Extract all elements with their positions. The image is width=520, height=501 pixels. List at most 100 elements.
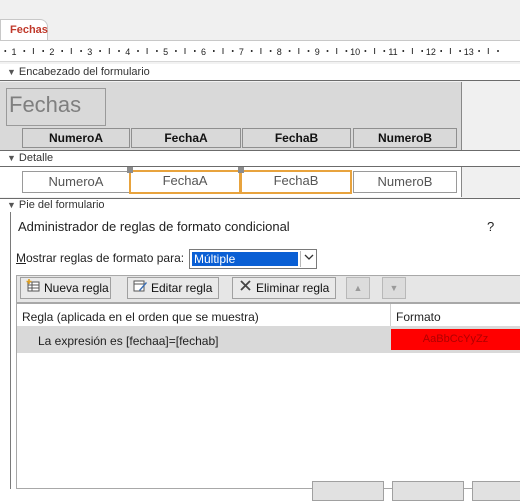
apply-button[interactable] xyxy=(472,481,520,501)
ruler-tick xyxy=(326,50,329,52)
ruler-number: 10 xyxy=(350,47,360,57)
tab-fechas[interactable]: Fechas xyxy=(0,19,48,41)
ruler-tick xyxy=(440,50,442,52)
triangle-down-icon: ▼ xyxy=(389,283,399,293)
ruler-number: 4 xyxy=(125,47,130,57)
ok-button[interactable] xyxy=(312,481,384,501)
tab-divider xyxy=(0,40,520,41)
ruler-tick xyxy=(32,48,34,54)
ruler-tick xyxy=(421,50,423,52)
ruler-number: 13 xyxy=(464,47,474,57)
new-rule-icon xyxy=(25,278,41,298)
move-up-button[interactable]: ▲ xyxy=(346,277,370,299)
ruler-tick xyxy=(459,50,461,52)
ruler-tick xyxy=(4,50,7,52)
header-section-bar[interactable]: ▼ Encabezado del formulario xyxy=(0,64,520,81)
show-rules-dropdown[interactable]: Múltiple xyxy=(189,249,317,269)
rule-row-text[interactable]: La expresión es [fechaa]=[fechab] xyxy=(38,334,218,348)
header-label-fechaa[interactable]: FechaA xyxy=(131,128,241,148)
edit-rule-button[interactable]: Editar regla xyxy=(127,277,219,299)
ruler-number: 12 xyxy=(426,47,436,57)
footer-section-label: Pie del formulario xyxy=(18,199,105,211)
show-rules-label: Mostrar reglas de formato para: xyxy=(16,251,185,265)
ruler-tick xyxy=(497,50,499,52)
rule-format-preview[interactable]: AaBbCcYyZz xyxy=(391,329,520,350)
ruler-number: 8 xyxy=(277,47,282,57)
ruler-ticks: 1 2 3 4 5 6 7 8 9 10 11 12 13 xyxy=(4,47,499,57)
ruler-tick xyxy=(449,48,451,54)
horizontal-ruler: 1 2 3 4 5 6 7 8 9 10 11 12 13 xyxy=(0,42,520,62)
ruler-number: 2 xyxy=(49,47,54,57)
new-rule-button[interactable]: Nueva regla xyxy=(20,277,111,299)
ruler-tick xyxy=(118,50,120,52)
column-header-format[interactable]: Formato xyxy=(396,310,441,324)
header-section-label: Encabezado del formulario xyxy=(18,66,150,78)
section-arrow-icon: ▼ xyxy=(7,67,16,77)
ruler-number: 5 xyxy=(163,47,168,57)
ruler-number: 3 xyxy=(87,47,92,57)
ruler-tick xyxy=(307,50,310,52)
move-down-button[interactable]: ▼ xyxy=(382,277,406,299)
ruler-number: 1 xyxy=(11,47,16,57)
triangle-up-icon: ▲ xyxy=(353,283,363,293)
ruler-tick xyxy=(478,50,480,52)
column-divider[interactable] xyxy=(390,304,391,326)
edit-rule-label: Editar regla xyxy=(151,281,213,295)
ruler-number: 6 xyxy=(201,47,206,57)
footer-section-bar[interactable]: ▼ Pie del formulario xyxy=(0,198,520,212)
ruler-tick xyxy=(411,48,413,54)
ruler-tick xyxy=(61,50,63,52)
delete-rule-label: Eliminar regla xyxy=(256,281,330,295)
ruler-tick xyxy=(288,50,291,52)
ruler-tick xyxy=(194,50,196,52)
section-arrow-icon: ▼ xyxy=(7,153,16,163)
detail-field-fechaa[interactable]: FechaA xyxy=(129,170,241,194)
move-handle[interactable] xyxy=(127,167,133,173)
column-header-rule[interactable]: Regla (aplicada en el orden que se muest… xyxy=(22,310,259,324)
new-rule-label: Nueva regla xyxy=(44,281,109,295)
form-title-label[interactable]: Fechas xyxy=(6,88,106,126)
ruler-tick xyxy=(402,50,405,52)
ruler-tick xyxy=(345,50,348,52)
detail-section-bar[interactable]: ▼ Detalle xyxy=(0,150,520,167)
ruler-tick xyxy=(70,48,72,54)
chevron-down-icon[interactable] xyxy=(300,251,316,267)
dialog-title: Administrador de reglas de formato condi… xyxy=(18,219,290,234)
detail-section-label: Detalle xyxy=(18,152,54,164)
tab-label: Fechas xyxy=(10,24,48,36)
ruler-tick xyxy=(23,50,26,52)
ruler-tick xyxy=(99,50,101,52)
ruler-tick xyxy=(336,48,338,54)
delete-rule-icon xyxy=(237,278,253,298)
document-tab-bar xyxy=(0,0,520,40)
ruler-tick xyxy=(137,50,139,52)
ruler-tick xyxy=(260,48,262,54)
help-button[interactable]: ? xyxy=(487,219,494,234)
header-section-outside xyxy=(462,82,520,150)
show-rules-label-text: ostrar reglas de formato para: xyxy=(26,251,185,265)
cancel-button[interactable] xyxy=(392,481,464,501)
delete-rule-button[interactable]: Eliminar regla xyxy=(232,277,336,299)
ruler-tick xyxy=(146,48,148,54)
ruler-number: 9 xyxy=(315,47,320,57)
detail-section-outside xyxy=(462,167,520,197)
ruler-tick xyxy=(250,50,253,52)
ruler-tick xyxy=(231,50,234,52)
detail-field-fechab[interactable]: FechaB xyxy=(240,170,352,194)
header-label-numerob[interactable]: NumeroB xyxy=(353,128,457,148)
move-handle[interactable] xyxy=(238,167,244,173)
section-arrow-icon: ▼ xyxy=(7,200,16,210)
ruler-tick xyxy=(156,50,158,52)
ruler-tick xyxy=(383,50,386,52)
ruler-tick xyxy=(184,48,186,54)
detail-field-numerob[interactable]: NumeroB xyxy=(353,171,457,193)
ruler-number: 7 xyxy=(239,47,244,57)
ruler-tick xyxy=(487,48,489,54)
ruler-tick xyxy=(108,48,110,54)
ruler-tick xyxy=(42,50,44,52)
header-label-numeroa[interactable]: NumeroA xyxy=(22,128,130,148)
ruler-tick xyxy=(80,50,82,52)
show-rules-selected-value: Múltiple xyxy=(192,252,298,266)
header-label-fechab[interactable]: FechaB xyxy=(242,128,351,148)
detail-field-numeroa[interactable]: NumeroA xyxy=(22,171,130,193)
